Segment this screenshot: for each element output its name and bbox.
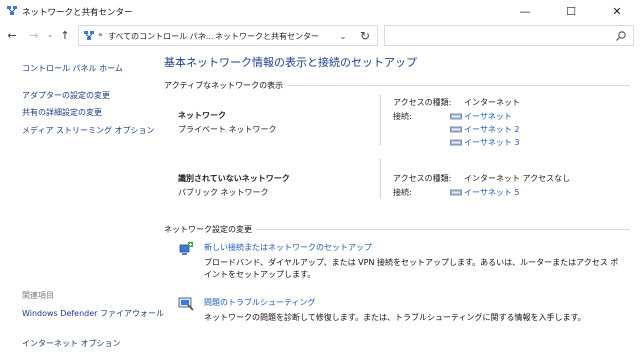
ethernet-icon — [450, 139, 462, 145]
network-divider — [380, 159, 381, 199]
ethernet-3-label[interactable]: イーサネット 3 — [464, 137, 519, 148]
window-title: ネットワークと共有センター — [22, 8, 133, 18]
network-divider — [380, 95, 381, 145]
ethernet-icon — [450, 189, 462, 195]
search-input[interactable] — [384, 25, 634, 46]
media-streaming-options-link[interactable]: メディア ストリーミング オプション — [22, 125, 155, 136]
minimize-button[interactable]: — — [502, 0, 548, 22]
access-type-label: アクセスの種類: — [393, 174, 452, 183]
ethernet-2-label[interactable]: イーサネット 2 — [464, 124, 519, 135]
connections-label: 接続: — [393, 112, 412, 121]
breadcrumb-control-panel[interactable]: すべてのコントロール パネ... — [108, 31, 213, 42]
breadcrumb-overflow[interactable]: « — [98, 30, 103, 39]
search-icon — [616, 31, 626, 41]
forward-button[interactable]: → — [26, 27, 42, 43]
address-bar[interactable]: « すべてのコントロール パネ... › ネットワークと共有センター ⌄ ↻ — [78, 25, 378, 46]
control-panel-icon — [84, 31, 94, 40]
ethernet-3-link[interactable]: イーサネット 3 — [450, 137, 519, 148]
troubleshoot-description: ネットワークの問題を診断して修復します。または、トラブルシューティングに関する情… — [204, 313, 586, 322]
ethernet-icon — [450, 126, 462, 132]
troubleshoot-link[interactable]: 問題のトラブルシューティング — [204, 297, 316, 308]
troubleshoot-icon — [178, 297, 194, 311]
control-panel-home-link[interactable]: コントロール パネル ホーム — [22, 63, 123, 74]
active-networks-label: アクティブなネットワークの表示 — [164, 80, 288, 91]
network-center-icon — [7, 6, 17, 15]
related-heading: 関連項目 — [22, 291, 54, 300]
refresh-button[interactable]: ↻ — [357, 28, 373, 44]
ethernet-label[interactable]: イーサネット — [464, 111, 512, 122]
maximize-button[interactable]: ☐ — [548, 0, 594, 22]
network-type: パブリック ネットワーク — [178, 188, 269, 197]
close-button[interactable]: ✕ — [594, 0, 640, 22]
new-connection-description: ブロードバンド、ダイヤルアップ、または VPN 接続をセットアップします。あるい… — [204, 258, 619, 279]
ethernet-5-label[interactable]: イーサネット 5 — [464, 187, 519, 198]
network-name: 識別されていないネットワーク — [178, 174, 290, 183]
internet-options-link[interactable]: インターネット オプション — [22, 338, 121, 349]
ethernet-icon — [450, 113, 462, 119]
back-button[interactable]: ← — [4, 27, 20, 43]
page-title: 基本ネットワーク情報の表示と接続のセットアップ — [164, 56, 417, 69]
address-dropdown-button[interactable]: ⌄ — [337, 30, 349, 42]
network-type: プライベート ネットワーク — [178, 125, 277, 134]
network-settings-label: ネットワーク設定の変更 — [164, 224, 256, 235]
access-type-value: インターネット — [464, 98, 520, 107]
recent-locations-button[interactable]: ⌄ — [45, 27, 55, 43]
title-bar: ネットワークと共有センター — ☐ ✕ — [0, 0, 640, 22]
change-sharing-settings-link[interactable]: 共有の詳細設定の変更 — [22, 107, 102, 118]
breadcrumb-network-center[interactable]: ネットワークと共有センター — [215, 31, 319, 42]
breadcrumb-separator[interactable]: › — [203, 31, 206, 40]
up-button[interactable]: ↑ — [57, 27, 73, 43]
change-adapter-settings-link[interactable]: アダプターの設定の変更 — [22, 90, 110, 101]
ethernet-link[interactable]: イーサネット — [450, 111, 512, 122]
sidebar: コントロール パネル ホーム アダプターの設定の変更 共有の詳細設定の変更 メデ… — [0, 49, 164, 364]
access-type-label: アクセスの種類: — [393, 98, 452, 107]
ethernet-5-link[interactable]: イーサネット 5 — [450, 187, 519, 198]
new-connection-link[interactable]: 新しい接続またはネットワークのセットアップ — [204, 242, 372, 253]
network-name: ネットワーク — [178, 111, 226, 120]
connections-label: 接続: — [393, 188, 412, 197]
navigation-bar: ← → ⌄ ↑ « すべてのコントロール パネ... › ネットワークと共有セン… — [0, 22, 640, 49]
new-connection-icon — [179, 242, 193, 255]
main-content: 基本ネットワーク情報の表示と接続のセットアップ アクティブなネットワークの表示 … — [152, 49, 640, 364]
firewall-link[interactable]: Windows Defender ファイアウォール — [22, 308, 164, 319]
access-type-value: インターネット アクセスなし — [464, 174, 571, 183]
ethernet-2-link[interactable]: イーサネット 2 — [450, 124, 519, 135]
